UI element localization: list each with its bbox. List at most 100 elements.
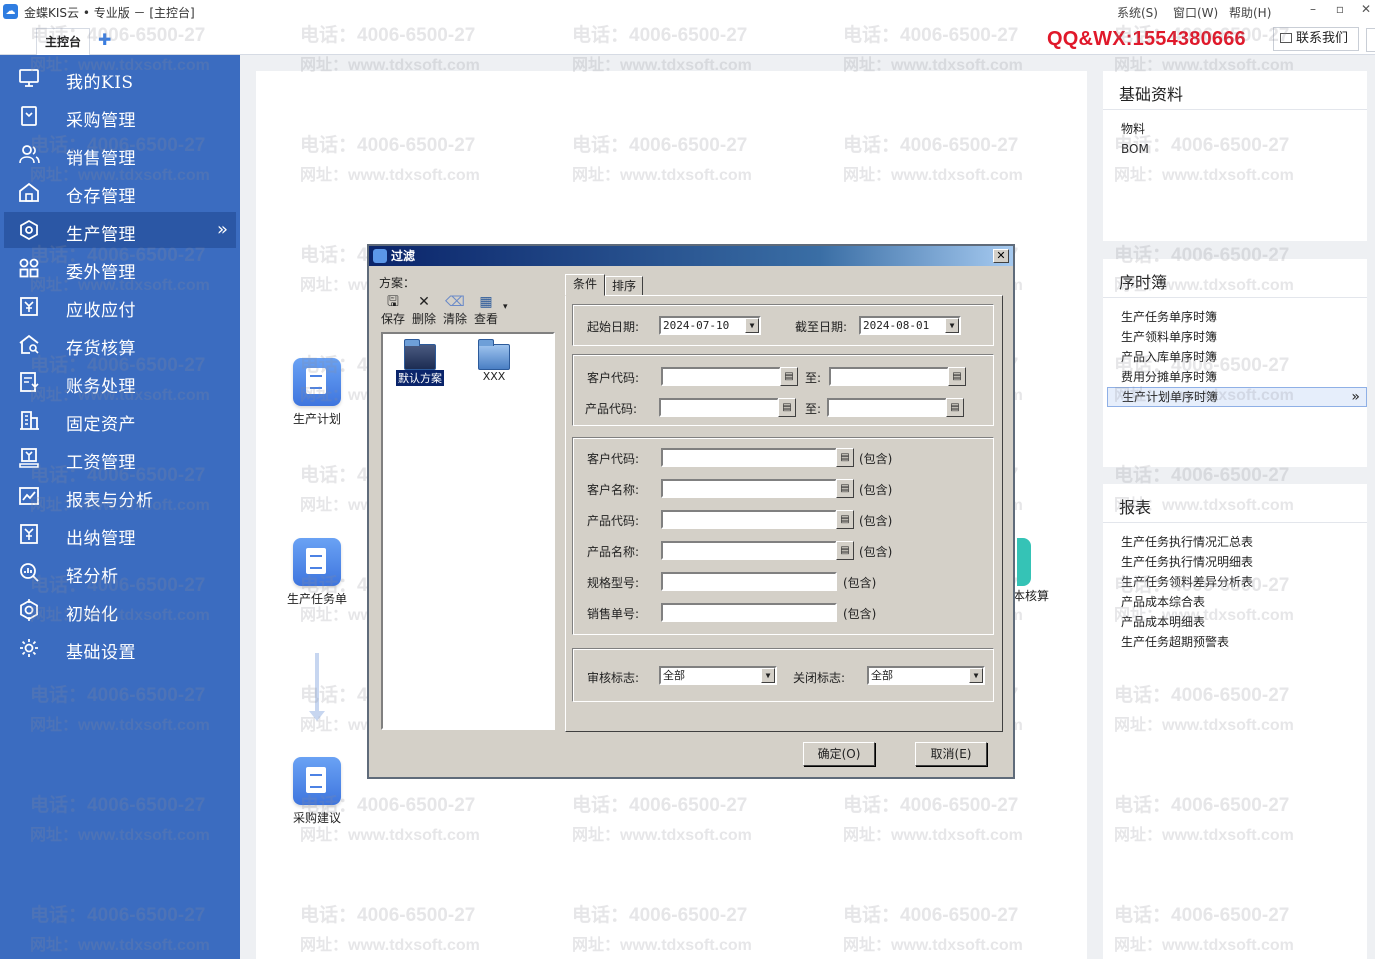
close-flag-label: 关闭标志: [793,671,846,685]
filter-input[interactable] [661,448,837,467]
basic-data-list: 物料 BOM [1121,119,1367,159]
filter-label: 产品代码: [587,514,640,528]
list-item[interactable]: BOM [1121,139,1367,159]
contains-suffix: (包含) [859,545,893,559]
view-scheme-button[interactable]: ▦ 查看 [472,294,500,327]
list-item-label: 费用分摊单序时簿 [1121,370,1218,384]
sidebar-item-3[interactable]: 仓存管理 [4,174,236,210]
list-item[interactable]: 生产计划单序时簿 » [1107,387,1367,407]
product-code-from-input[interactable] [659,398,779,417]
lookup-icon[interactable]: ▤ [836,541,854,560]
sidebar-item-6[interactable]: 应收应付 [4,288,236,324]
product-code-label: 产品代码: [585,402,638,416]
salary-icon [18,447,40,469]
sidebar-item-15[interactable]: 基础设置 [4,630,236,666]
inventory-icon [18,333,40,355]
list-item-label: 产品成本综合表 [1121,595,1206,609]
sidebar-item-13[interactable]: 轻分析 [4,554,236,590]
audit-flag-select[interactable]: 全部 ▼ [659,666,777,685]
list-item[interactable]: 生产任务领料差异分析表 [1121,572,1367,592]
lookup-icon[interactable]: ▤ [778,398,796,417]
add-tab-icon[interactable]: ✚ [98,30,111,49]
list-item[interactable]: 生产任务超期预警表 [1121,632,1367,652]
product-code-to-input[interactable] [827,398,947,417]
menu-system[interactable]: 系统(S) [1117,4,1158,21]
lookup-icon[interactable]: ▤ [836,510,854,529]
cancel-button[interactable]: 取消(E) [915,742,987,766]
chevron-down-icon[interactable]: ▼ [945,318,959,333]
lookup-icon[interactable]: ▤ [946,398,964,417]
list-item[interactable]: 产品入库单序时簿 [1121,347,1367,367]
lookup-icon[interactable]: ▤ [780,367,798,386]
sidebar-item-1[interactable]: 采购管理 [4,98,236,134]
expand-arrow-icon[interactable]: » [217,219,228,240]
tab-bar-edge [1366,28,1375,52]
end-date-value: 2024-08-01 [863,319,930,332]
sidebar-item-8[interactable]: 账务处理 [4,364,236,400]
close-flag-select[interactable]: 全部 ▼ [867,666,985,685]
sidebar-item-7[interactable]: 存货核算 [4,326,236,362]
flow-node-production-plan[interactable]: 生产计划 [272,358,362,427]
sidebar-item-14[interactable]: 初始化 [4,592,236,628]
chevron-down-icon[interactable]: ▼ [969,668,983,683]
sidebar-item-11[interactable]: 报表与分析 [4,478,236,514]
customer-code-to-input[interactable] [829,367,949,386]
panel-title: 序时簿 [1119,273,1168,292]
menu-window[interactable]: 窗口(W) [1173,4,1218,21]
scheme-xxx[interactable]: XXX [463,339,525,383]
expand-arrow-icon[interactable]: » [1351,388,1360,406]
contact-us-button[interactable]: 联系我们 [1273,27,1359,51]
view-dropdown-icon[interactable]: ▾ [503,302,508,312]
ok-button[interactable]: 确定(O) [803,742,875,766]
filter-input[interactable] [661,479,837,498]
list-item[interactable]: 物料 [1121,119,1367,139]
delete-scheme-button[interactable]: ✕ 删除 [410,294,438,327]
sidebar-item-4[interactable]: 生产管理 » [4,212,236,248]
maximize-button[interactable]: ▫ [1330,2,1350,20]
sidebar-item-9[interactable]: 固定资产 [4,402,236,438]
tab-main-console[interactable]: 主控台 [36,28,90,55]
list-item[interactable]: 产品成本明细表 [1121,612,1367,632]
folder-icon [478,339,510,370]
chevron-down-icon[interactable]: ▼ [745,318,759,333]
chevron-down-icon[interactable]: ▼ [761,668,775,683]
filter-input[interactable] [661,572,837,591]
save-scheme-button[interactable]: 🖫 保存 [379,294,407,327]
list-item-label: 生产计划单序时簿 [1122,390,1219,404]
list-item[interactable]: 生产任务执行情况明细表 [1121,552,1367,572]
minimize-button[interactable]: – [1303,2,1323,20]
list-item[interactable]: 生产任务单序时簿 [1121,307,1367,327]
close-window-button[interactable]: ✕ [1356,2,1375,20]
list-item[interactable]: 生产任务执行情况汇总表 [1121,532,1367,552]
sidebar-item-5[interactable]: 委外管理 [4,250,236,286]
flow-node-production-task[interactable]: 生产任务单 [272,538,362,607]
list-item[interactable]: 产品成本综合表 [1121,592,1367,612]
start-date-picker[interactable]: 2024-07-10 ▼ [659,316,761,335]
scheme-list: 默认方案 XXX [381,332,555,730]
list-item[interactable]: 费用分摊单序时簿 [1121,367,1367,387]
menu-help[interactable]: 帮助(H) [1229,4,1271,21]
dialog-title-bar[interactable]: 过滤 [369,246,1013,266]
sidebar-item-12[interactable]: 出纳管理 [4,516,236,552]
filter-input[interactable] [661,541,837,560]
flow-node-purchase-suggest[interactable]: 采购建议 [272,757,362,826]
conditions-panel: 起始日期: 2024-07-10 ▼ 截至日期: 2024-08-01 ▼ 客户… [565,295,1003,732]
sidebar-item-10[interactable]: 工资管理 [4,440,236,476]
list-item[interactable]: 生产领料单序时簿 [1121,327,1367,347]
cost-accounting-icon[interactable] [1017,538,1031,586]
sidebar-item-2[interactable]: 销售管理 [4,136,236,172]
tab-conditions[interactable]: 条件 [565,274,605,296]
lookup-icon[interactable]: ▤ [836,479,854,498]
dialog-close-button[interactable]: ✕ [993,249,1009,263]
filter-label: 客户名称: [587,483,640,497]
lookup-icon[interactable]: ▤ [948,367,966,386]
sidebar-item-0[interactable]: 我的KIS [4,60,236,96]
lookup-icon[interactable]: ▤ [836,448,854,467]
tab-sort[interactable]: 排序 [605,276,643,296]
customer-code-from-input[interactable] [661,367,781,386]
scheme-default[interactable]: 默认方案 [389,339,451,386]
filter-input[interactable] [661,510,837,529]
clear-scheme-button[interactable]: ⌫ 清除 [441,294,469,327]
end-date-picker[interactable]: 2024-08-01 ▼ [859,316,961,335]
filter-input[interactable] [661,603,837,622]
